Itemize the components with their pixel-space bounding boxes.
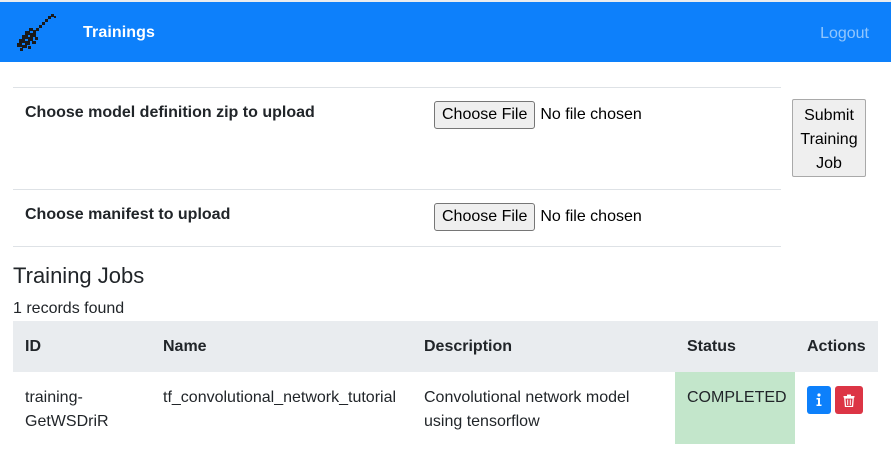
info-button[interactable] [807,386,831,414]
job-id-cell: training- GetWSDriR [25,386,109,434]
nav-title[interactable]: Trainings [83,24,155,42]
column-header-name: Name [163,338,207,355]
jobs-table: ID Name Description Status Actions train… [13,321,878,444]
trash-icon [843,394,855,407]
submit-label-line: Training [800,131,858,148]
column-header-status: Status [687,338,736,355]
status-badge: COMPLETED [687,389,787,406]
model-upload-label: Choose model definition zip to upload [25,104,315,121]
upload-row-model: Choose model definition zip to upload Ch… [13,88,781,190]
navbar: Trainings Logout [0,0,891,62]
choose-file-button[interactable]: Choose File [434,203,536,231]
column-header-description: Description [424,338,513,355]
submit-training-job-button[interactable]: Submit Training Job [792,99,866,177]
choose-file-button[interactable]: Choose File [434,101,536,129]
job-status-cell: COMPLETED [675,372,795,444]
job-description-line: using tensorflow [424,413,540,430]
delete-button[interactable] [835,386,863,414]
job-name-cell: tf_convolutional_network_tutorial [163,389,397,406]
table-header: ID Name Description Status Actions [13,321,878,372]
job-description-line: Convolutional network model [424,389,630,406]
section-title: Training Jobs [13,263,145,288]
job-id-line: training- [25,389,83,406]
file-status-text: No file chosen [540,208,642,225]
logout-link[interactable]: Logout [820,25,869,43]
model-file-input[interactable]: Choose File No file chosen [434,101,642,129]
job-id-line: GetWSDriR [25,413,109,430]
job-description-cell: Convolutional network model using tensor… [424,386,629,434]
file-status-text: No file chosen [540,106,642,123]
records-count: 1 records found [13,300,125,317]
guitar-logo-icon[interactable] [14,12,58,54]
submit-label-line: Job [816,155,842,172]
upload-form: Choose model definition zip to upload Ch… [13,87,781,247]
manifest-file-input[interactable]: Choose File No file chosen [434,203,642,231]
table-row: training- GetWSDriR tf_convolutional_net… [13,372,878,444]
submit-label-line: Submit [804,107,854,124]
upload-row-manifest: Choose manifest to upload Choose File No… [13,190,781,247]
column-header-id: ID [25,338,41,355]
info-icon [816,393,822,406]
column-header-actions: Actions [807,338,866,355]
manifest-upload-label: Choose manifest to upload [25,206,231,223]
